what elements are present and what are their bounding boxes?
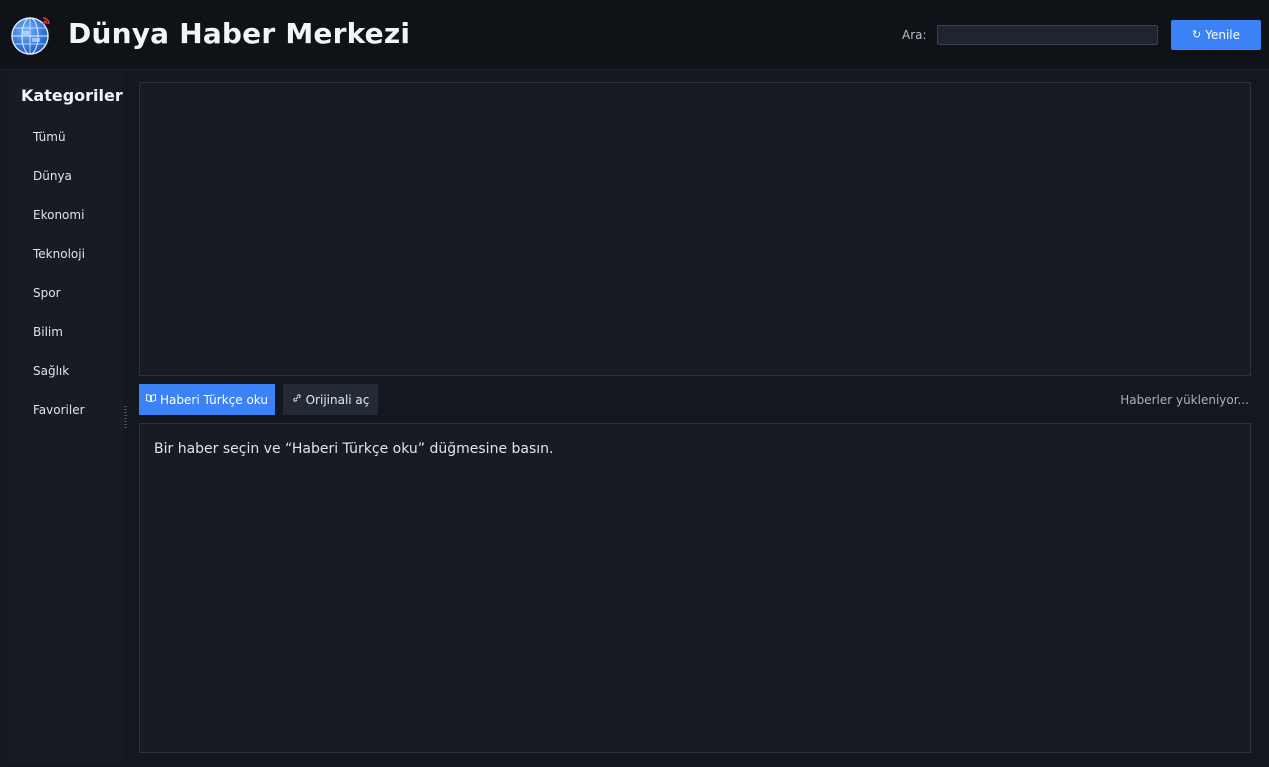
- link-icon: [292, 393, 302, 407]
- sidebar-splitter[interactable]: [123, 72, 129, 762]
- splitter-grip-icon: [124, 406, 127, 428]
- sidebar-item-dunya[interactable]: Dünya: [9, 161, 123, 191]
- search-input[interactable]: [937, 25, 1158, 45]
- sidebar-item-spor[interactable]: Spor: [9, 278, 123, 308]
- open-original-button[interactable]: Orijinali aç: [283, 384, 378, 415]
- app-title: Dünya Haber Merkezi: [68, 17, 411, 50]
- search-label: Ara:: [902, 28, 927, 42]
- app-header: Dünya Haber Merkezi Ara: ↻ Yenile: [0, 0, 1269, 70]
- read-turkish-button-label: Haberi Türkçe oku: [160, 392, 268, 407]
- reader-placeholder-text: Bir haber seçin ve “Haberi Türkçe oku” d…: [154, 441, 554, 457]
- sidebar-item-teknoloji[interactable]: Teknoloji: [9, 239, 123, 269]
- sidebar-item-tumu[interactable]: Tümü: [9, 122, 123, 152]
- refresh-icon: ↻: [1192, 28, 1202, 41]
- sidebar-item-bilim[interactable]: Bilim: [9, 317, 123, 347]
- category-sidebar: Kategoriler Tümü Dünya Ekonomi Teknoloji…: [9, 72, 123, 762]
- refresh-button-label: Yenile: [1205, 28, 1240, 42]
- globe-logo-icon: [11, 17, 50, 55]
- sidebar-title: Kategoriler: [21, 86, 123, 105]
- book-icon: [146, 393, 156, 406]
- open-original-button-label: Orijinali aç: [305, 392, 370, 407]
- loading-status: Haberler yükleniyor...: [1120, 393, 1249, 407]
- news-list-panel[interactable]: [139, 82, 1251, 376]
- sidebar-item-saglik[interactable]: Sağlık: [9, 356, 123, 386]
- sidebar-item-ekonomi[interactable]: Ekonomi: [9, 200, 123, 230]
- article-reader-panel[interactable]: Bir haber seçin ve “Haberi Türkçe oku” d…: [139, 423, 1251, 753]
- app-window: Dünya Haber Merkezi Ara: ↻ Yenile Katego…: [0, 0, 1269, 767]
- sidebar-item-favoriler[interactable]: Favoriler: [9, 395, 123, 425]
- refresh-button[interactable]: ↻ Yenile: [1171, 20, 1261, 50]
- read-turkish-button[interactable]: Haberi Türkçe oku: [139, 384, 275, 415]
